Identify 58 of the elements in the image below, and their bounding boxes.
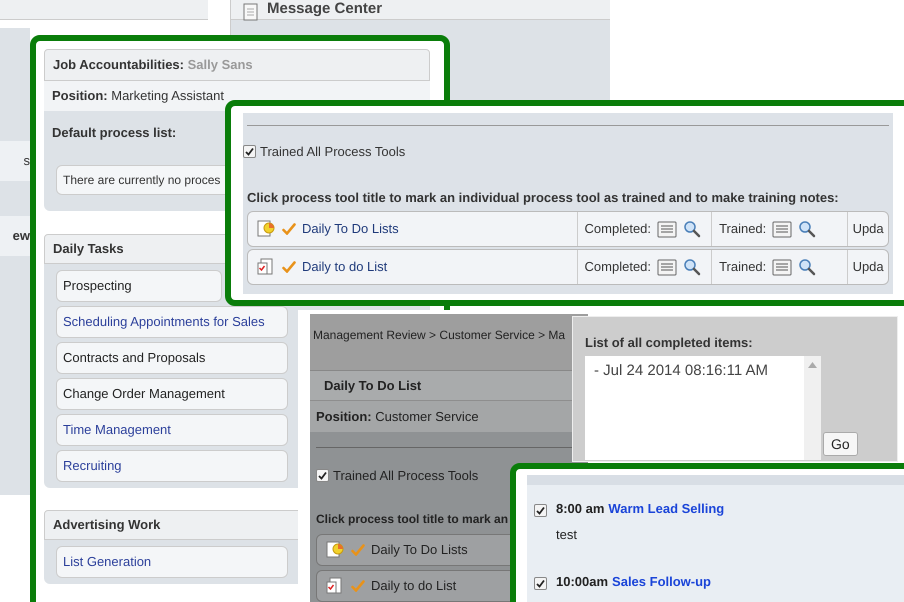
list-entry[interactable]: - Jul 24 2014 08:16:11 AM	[594, 360, 795, 382]
task-item[interactable]: List Generation	[56, 546, 288, 578]
list-icon[interactable]	[657, 220, 678, 238]
check-icon	[536, 506, 545, 515]
breadcrumb: Management Review > Customer Service > Ma	[312, 327, 566, 344]
task-item[interactable]: Change Order Management	[56, 378, 288, 410]
list-icon[interactable]	[657, 258, 678, 276]
position-text: Position: Marketing Assistant	[52, 87, 224, 106]
checkbox[interactable]	[534, 577, 547, 590]
checkmark-icon	[351, 544, 365, 556]
trained-label: Trained:	[719, 258, 766, 276]
checkbox[interactable]	[243, 145, 256, 158]
list-icon[interactable]	[772, 220, 792, 238]
tool-title[interactable]: Daily to do List	[371, 576, 456, 596]
list-icon[interactable]	[772, 258, 792, 276]
checkbox[interactable]	[316, 469, 329, 482]
pie-chart-document-icon	[256, 219, 276, 239]
check-icon	[536, 579, 545, 588]
checkmark-icon	[351, 580, 365, 592]
position-text: Position: Customer Service	[316, 408, 479, 426]
list-label: List of all completed items:	[585, 334, 754, 352]
magnifier-icon[interactable]	[683, 258, 702, 276]
checkmark-icon	[282, 261, 296, 273]
panel-title: Daily To Do List	[324, 376, 422, 395]
section-label: Default process list:	[52, 124, 178, 142]
event-link[interactable]: Sales Follow-up	[612, 572, 712, 592]
event-note: test	[556, 526, 578, 544]
updated-label: Upda	[852, 220, 884, 238]
event-time: 10:00am	[556, 573, 608, 591]
task-item[interactable]: Time Management	[56, 414, 288, 446]
check-icon	[245, 147, 254, 156]
completed-label: Completed:	[584, 220, 652, 238]
checkbox-label: Trained All Process Tools	[333, 467, 478, 485]
panel-title: Job Accountabilities: Sally Sans	[53, 56, 253, 74]
side-item: s	[24, 152, 30, 170]
check-icon	[318, 471, 327, 480]
instruction-text: Click process tool title to mark an individual process tool as trained and to make training notes:	[247, 188, 840, 207]
event-time: 8:00 am	[556, 500, 604, 518]
magnifier-icon[interactable]	[798, 258, 816, 276]
trained-label: Trained:	[719, 220, 766, 238]
task-item[interactable]: Prospecting	[56, 270, 222, 302]
checkbox[interactable]	[534, 504, 547, 517]
task-item[interactable]: Recruiting	[56, 450, 288, 482]
task-item[interactable]: Contracts and Proposals	[56, 342, 288, 374]
magnifier-icon[interactable]	[798, 220, 816, 238]
magnifier-icon[interactable]	[683, 220, 702, 238]
task-item[interactable]: Scheduling Appointments for Sales	[56, 306, 288, 338]
go-button[interactable]: Go	[823, 432, 858, 456]
pie-chart-document-icon	[325, 540, 345, 560]
completed-label: Completed:	[584, 258, 652, 276]
event-link[interactable]: Warm Lead Selling	[608, 499, 724, 518]
updated-label: Upda	[852, 258, 884, 276]
checkbox-label: Trained All Process Tools	[260, 143, 406, 161]
panel-title: Message Center	[267, 0, 382, 19]
checkmark-icon	[282, 223, 296, 235]
completed-listbox[interactable]: - Jul 24 2014 08:16:11 AM	[585, 356, 821, 460]
tool-title[interactable]: Daily To Do Lists	[371, 540, 468, 560]
side-item: ew	[12, 227, 30, 246]
